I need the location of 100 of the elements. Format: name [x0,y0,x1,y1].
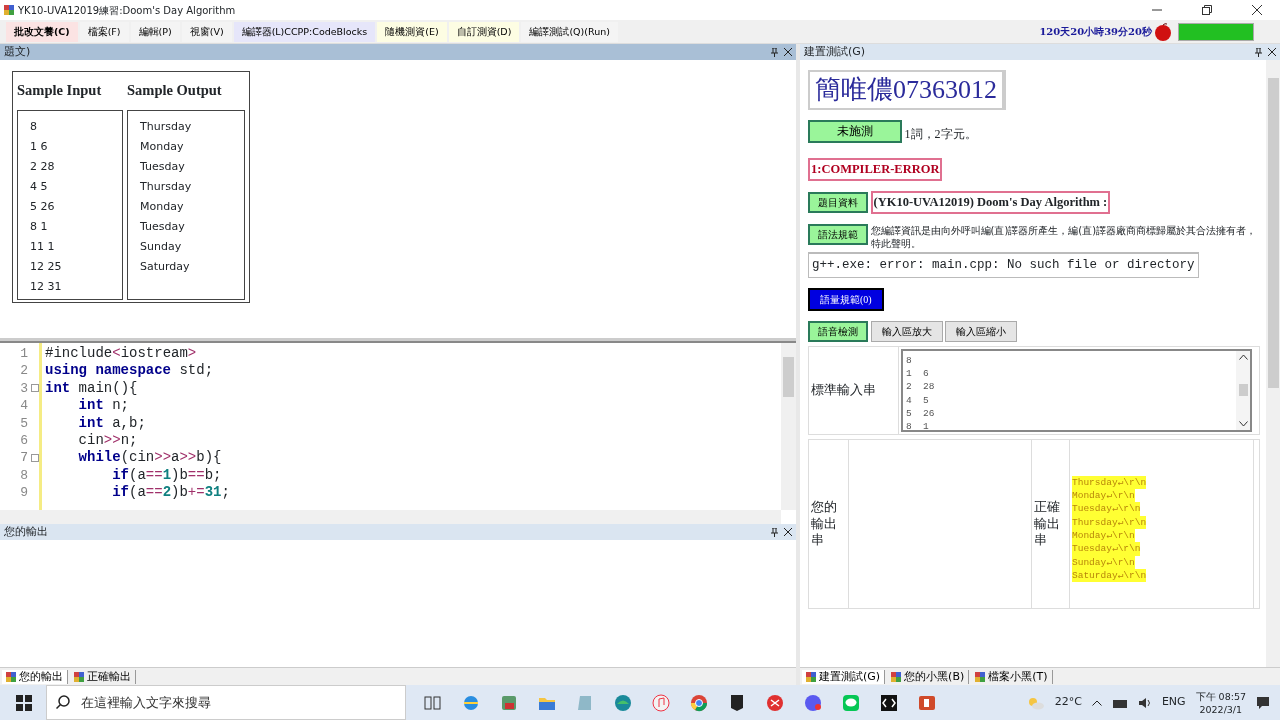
slides-icon [918,693,936,712]
horizontal-scrollbar[interactable] [0,510,781,524]
line-number: 2 [19,362,28,380]
sample-output-line: Sunday [140,238,183,255]
action-button[interactable]: 輸入區縮小 [945,320,1017,342]
volume-rules-button[interactable]: 語量規範(0) [808,287,884,311]
close-icon[interactable] [1268,47,1276,56]
app-icon [4,5,14,15]
countdown-timer: 120天20小時39分20秒 [1039,25,1152,39]
pin-icon[interactable] [771,527,778,537]
problem-info-button[interactable]: 題目資料 [808,191,868,213]
task-view-icon [424,693,442,712]
sample-input-line: 11 1 [30,238,56,255]
sample-output-line: Tuesday [140,158,186,175]
menu-item[interactable]: 檔案(F) [79,21,129,42]
vertical-scrollbar[interactable] [781,343,796,510]
syntax-rules-button[interactable]: 語法規範 [808,223,868,245]
menu-item[interactable]: 編輯(P) [130,21,180,42]
clock-time[interactable]: 下午 08:57 [1195,689,1246,703]
panel-title: 您的輸出 [4,523,48,540]
field-label: 正確輸出串 [1034,499,1061,549]
close-icon[interactable] [784,47,792,56]
student-name: 簡唯儂07363012 [808,70,1006,110]
column-heading: Sample Input [16,81,103,100]
scroll-down-icon[interactable] [1238,420,1248,427]
word-count: 1詞，2字元。 [904,126,977,143]
panel-tab[interactable]: 檔案小黑(T) [971,669,1053,684]
sample-output-line: Thursday [140,178,193,195]
line-number: 1 [19,345,28,363]
column-heading: Sample Output [126,81,223,100]
sample-output-line: Thursday [140,118,193,135]
clock-date[interactable]: 2022/3/1 [1195,702,1246,716]
input-field[interactable]: 8 1 6 2 28 4 5 5 26 8 1 [901,348,1252,432]
panel-icon [891,671,902,682]
panel-title: 建置測試(G) [804,44,866,60]
code-line: int n; [77,397,130,415]
sample-output-line: Monday [140,198,185,215]
sample-input-line: 1 6 [30,138,49,155]
code-line: cin>>n; [77,432,138,450]
panel-tab[interactable]: 您的輸出 [2,669,68,684]
menu-item[interactable]: 編譯器(L)CCPP:CodeBlocks [233,21,376,42]
volume-icon[interactable] [1137,696,1152,709]
line-number: 9 [19,484,28,502]
field-label: 您的輸出串 [811,499,838,549]
sample-input-line: 12 31 [30,278,63,295]
notification-icon[interactable] [1256,695,1270,710]
temperature: 22°C [1054,694,1082,711]
weather-icon [1026,695,1045,710]
menu-item[interactable]: 隨機測資(E) [377,21,447,42]
editor-app-icon [500,693,518,712]
sample-input-line: 2 28 [30,158,56,175]
sample-input-line: 12 25 [30,258,63,275]
code-line: if(a==1)b==b; [111,466,222,485]
chat-icon [842,693,860,712]
panel-tab[interactable]: 建置測試(G) [802,669,886,684]
menu-item[interactable]: 編譯測試(Q)(Run) [521,21,618,42]
browser-icon [690,693,708,712]
panel-icon [6,671,16,682]
pin-icon[interactable] [1255,47,1262,57]
chevron-up-icon[interactable] [1091,699,1102,706]
panel-icon [806,671,816,682]
search-field[interactable]: 在這裡輸入文字來搜尋 [46,685,406,720]
code-line: if(a==2)b+=31; [111,484,230,502]
line-number: 7 [19,449,28,467]
cx-icon [766,693,784,712]
panel-tab[interactable]: 正確輸出 [70,669,136,684]
vertical-scrollbar[interactable] [1266,60,1280,667]
panel-tab[interactable]: 您的小黑(B) [887,669,970,684]
panel-title: 題文) [4,44,31,60]
sample-output-line: Tuesday [140,218,186,235]
sample-input-line: 5 26 [30,198,56,215]
line-number: 4 [19,397,28,415]
apple-icon [1154,22,1172,41]
menu-item[interactable]: 自訂測資(D) [448,21,520,42]
close-icon[interactable] [784,527,792,536]
pin-icon[interactable] [771,47,778,57]
fold-toggle[interactable] [30,454,39,463]
action-button[interactable]: 輸入區放大 [870,320,943,342]
disclaimer-text: 您編譯資訊是由向外呼叫編(直)譯器所產生，編(直)譯器廠商商標歸屬於其合法擁有者，特此聲明。 [870,224,1257,249]
sample-output-line: Saturday [140,258,191,275]
result-label: 1:COMPILER-ERROR [808,158,943,181]
field-label: 標準輸入串 [811,380,876,399]
sample-input-line: 8 1 [30,218,49,235]
fold-toggle[interactable] [30,384,39,393]
compiler-error-text: g++.exe: error: main.cpp: No such file or directory [808,252,1199,278]
code-line: while(cin>>a>>b){ [77,449,222,467]
status-button[interactable]: 未施測 [808,120,902,143]
wave-icon [614,693,632,712]
menu-item[interactable]: 批改文養(C) [6,21,78,42]
code-line: int main(){ [45,379,138,398]
panel-icon [74,671,84,682]
action-button[interactable]: 語音檢測 [808,320,868,342]
menu-item[interactable]: 視窗(V) [181,21,232,42]
scroll-thumb[interactable] [1238,384,1248,397]
language-indicator[interactable]: ENG [1161,694,1186,711]
scroll-up-icon[interactable] [1238,353,1248,360]
code-line: using namespace std; [45,362,214,380]
problem-title: (YK10-UVA12019) Doom's Day Algorithm : [870,190,1111,214]
sample-input-line: 8 [30,118,38,135]
code-line: int a,b; [77,414,146,433]
